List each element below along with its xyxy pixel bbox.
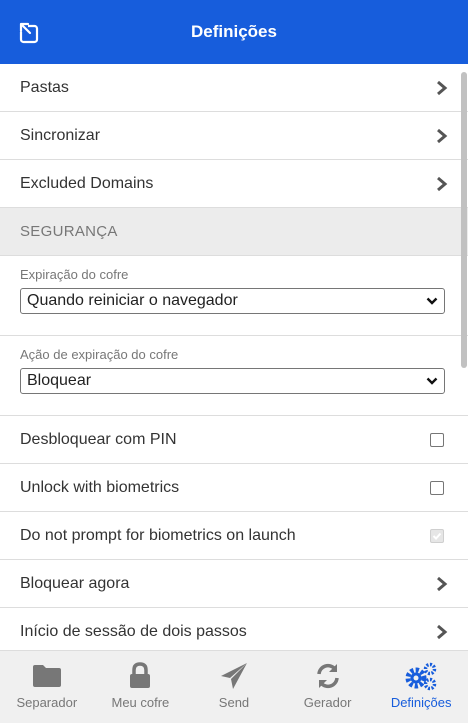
tab-generator[interactable]: Gerador (281, 651, 374, 710)
row-excluded-domains[interactable]: Excluded Domains (0, 160, 468, 208)
chevron-down-icon (426, 297, 438, 305)
row-label: Unlock with biometrics (20, 478, 180, 496)
chevron-right-icon (437, 576, 448, 591)
row-label: Início de sessão de dois passos (20, 622, 247, 640)
vault-timeout-value: Quando reiniciar o navegador (27, 292, 238, 309)
row-sync[interactable]: Sincronizar (0, 112, 468, 160)
paper-plane-icon (220, 663, 247, 689)
chevron-right-icon (437, 128, 448, 143)
row-label: Do not prompt for biometrics on launch (20, 526, 296, 544)
row-label: Excluded Domains (20, 174, 154, 192)
tab-label: Gerador (303, 695, 352, 710)
vault-timeout-field: Expiração do cofre Quando reiniciar o na… (0, 256, 468, 336)
vault-timeout-label: Expiração do cofre (20, 267, 129, 282)
check-icon (432, 532, 442, 540)
chevron-down-icon (426, 377, 438, 385)
scrollbar-thumb[interactable] (461, 72, 467, 368)
folder-icon (32, 665, 61, 687)
unlock-biometrics-checkbox[interactable] (430, 480, 444, 495)
row-lock-now[interactable]: Bloquear agora (0, 560, 468, 608)
tab-label: Meu cofre (111, 695, 170, 710)
page-title: Definições (191, 22, 277, 41)
bottom-tab-bar: Separador Meu cofre Send Gerador Definiç… (0, 650, 468, 723)
popout-icon (19, 22, 39, 44)
row-unlock-biometrics[interactable]: Unlock with biometrics (0, 464, 468, 512)
vault-timeout-select[interactable]: Quando reiniciar o navegador (20, 288, 445, 314)
cogs-icon (405, 662, 437, 691)
row-label: Sincronizar (20, 126, 101, 144)
settings-list[interactable]: Pastas Sincronizar Excluded Domains SEGU… (0, 64, 468, 650)
row-folders[interactable]: Pastas (0, 64, 468, 112)
vault-timeout-action-select[interactable]: Bloquear (20, 368, 445, 394)
tab-send[interactable]: Send (187, 651, 280, 710)
chevron-right-icon (437, 176, 448, 191)
header-bar: Definições (0, 0, 468, 64)
tab-label: Definições (390, 695, 452, 710)
tab-label: Separador (16, 695, 78, 710)
section-header-security: SEGURANÇA (0, 208, 468, 256)
lock-icon (130, 662, 151, 688)
no-prompt-biometrics-checkbox (430, 528, 444, 543)
tab-settings[interactable]: Definições (375, 651, 468, 710)
vault-timeout-action-value: Bloquear (27, 372, 92, 389)
row-label: Bloquear agora (20, 574, 130, 592)
row-label: Desbloquear com PIN (20, 430, 177, 448)
tab-label: Send (218, 695, 250, 710)
vault-timeout-action-label: Ação de expiração do cofre (20, 347, 179, 362)
refresh-icon (316, 663, 339, 689)
vault-timeout-action-field: Ação de expiração do cofre Bloquear (0, 336, 468, 416)
tab-my-vault[interactable]: Meu cofre (94, 651, 187, 710)
tab-tab[interactable]: Separador (0, 651, 93, 710)
row-two-step-login[interactable]: Início de sessão de dois passos (0, 608, 468, 650)
row-unlock-pin[interactable]: Desbloquear com PIN (0, 416, 468, 464)
popout-button[interactable] (16, 20, 42, 46)
chevron-right-icon (437, 624, 448, 639)
unlock-pin-checkbox[interactable] (430, 432, 444, 447)
app-window: Definições Pastas Sincronizar Excluded D… (0, 0, 468, 723)
row-no-prompt-biometrics: Do not prompt for biometrics on launch (0, 512, 468, 560)
row-label: Pastas (20, 78, 69, 96)
chevron-right-icon (437, 80, 448, 95)
